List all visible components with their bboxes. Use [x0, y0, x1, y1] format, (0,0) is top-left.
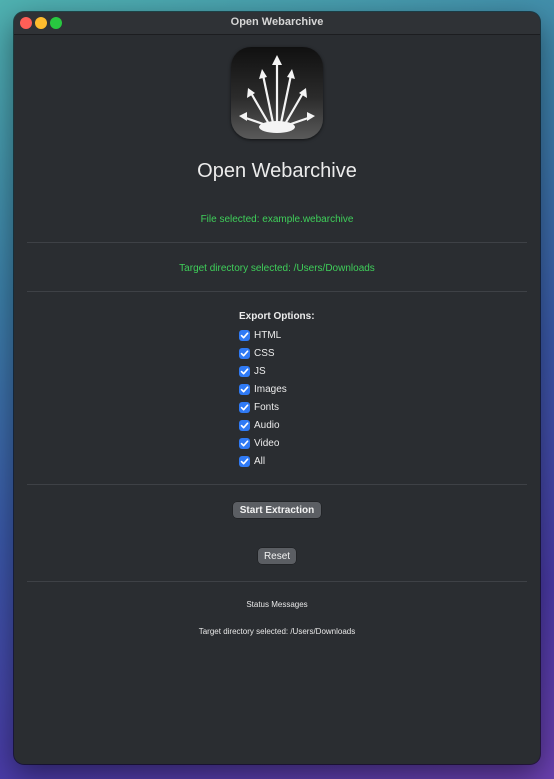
file-selected-status: File selected: example.webarchive [200, 214, 354, 225]
checkbox-checked-icon[interactable] [239, 347, 250, 359]
app-name-heading: Open Webarchive [197, 160, 357, 182]
checkbox-checked-icon[interactable] [239, 383, 250, 395]
status-message: Target directory selected: /Users/Downlo… [198, 627, 356, 636]
checkbox-checked-icon[interactable] [239, 455, 250, 467]
divider [27, 484, 527, 485]
app-window: Open Webarchive Open Webarchive File sel… [14, 12, 540, 764]
checkbox-fonts[interactable]: Fonts [239, 400, 279, 414]
checkbox-html[interactable]: HTML [239, 328, 281, 342]
checkbox-audio[interactable]: Audio [239, 418, 280, 432]
checkbox-label: JS [254, 365, 266, 377]
checkbox-js[interactable]: JS [239, 364, 266, 378]
checkbox-checked-icon[interactable] [239, 437, 250, 449]
checkbox-images[interactable]: Images [239, 382, 287, 396]
checkbox-label: Images [254, 383, 287, 395]
checkbox-checked-icon[interactable] [239, 365, 250, 377]
checkbox-label: Audio [254, 419, 280, 431]
window-title: Open Webarchive [230, 16, 324, 28]
checkbox-all[interactable]: All [239, 454, 265, 468]
title-bar: Open Webarchive [14, 12, 540, 35]
checkbox-css[interactable]: CSS [239, 346, 275, 360]
checkbox-label: Video [254, 437, 280, 449]
checkbox-label: All [254, 455, 266, 467]
checkbox-label: CSS [254, 347, 275, 359]
checkbox-checked-icon[interactable] [239, 401, 250, 413]
divider [27, 581, 527, 582]
app-logo-icon [231, 47, 323, 139]
checkbox-video[interactable]: Video [239, 436, 279, 450]
divider [27, 291, 527, 292]
start-extraction-button[interactable]: Start Extraction [233, 502, 321, 518]
checkbox-checked-icon[interactable] [239, 329, 250, 341]
status-messages-heading: Status Messages [246, 600, 308, 609]
checkbox-checked-icon[interactable] [239, 419, 250, 431]
reset-button[interactable]: Reset [258, 548, 296, 564]
checkbox-label: Fonts [254, 401, 280, 413]
target-directory-status: Target directory selected: /Users/Downlo… [179, 263, 375, 274]
divider [27, 242, 527, 243]
checkbox-label: HTML [254, 329, 282, 341]
export-options-label: Export Options: [239, 311, 315, 322]
